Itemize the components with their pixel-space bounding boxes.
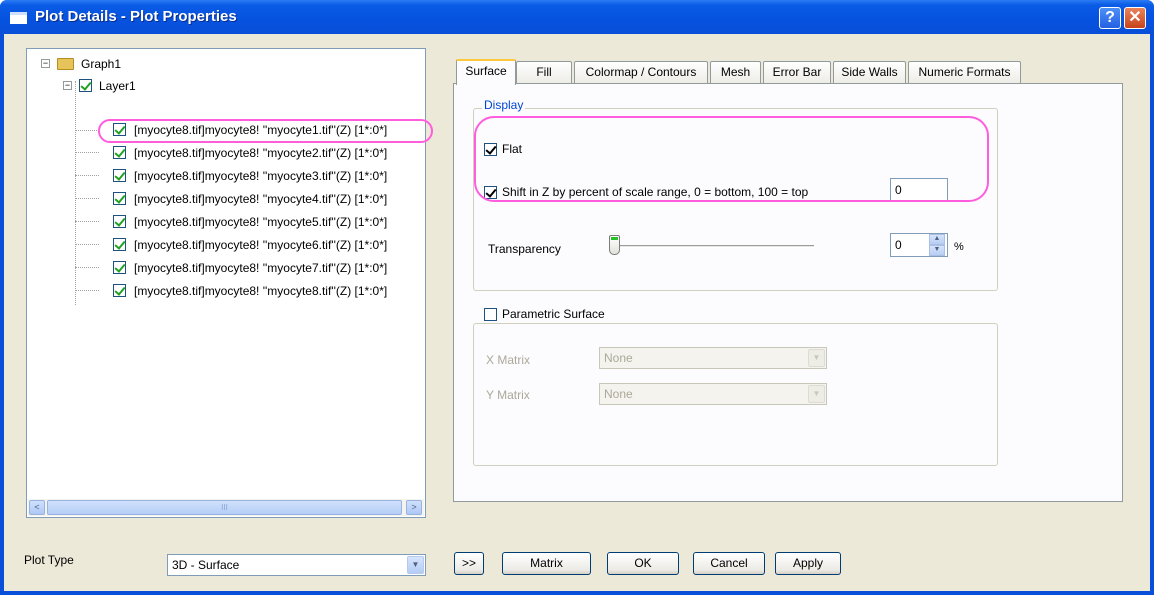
surface-tab-panel: Display Flat Shift in Z by percent of sc… [453,83,1123,502]
tree-connector [75,244,99,245]
tree-connector [75,81,76,305]
tree-connector [75,198,99,199]
spin-down-icon[interactable]: ▼ [929,245,945,256]
tree-item[interactable]: [myocyte8.tif]myocyte8! ''myocyte8.tif''… [113,282,423,300]
plot-checkbox[interactable] [113,261,126,274]
tab-error-bar[interactable]: Error Bar [763,61,831,84]
collapse-icon[interactable]: − [63,81,72,90]
title-bar[interactable]: Plot Details - Plot Properties ? ✕ [0,0,1154,34]
chevron-down-icon: ▼ [808,385,825,403]
help-button[interactable]: ? [1099,7,1121,29]
tab-numeric-formats[interactable]: Numeric Formats [908,61,1021,84]
layer-checkbox[interactable] [79,79,92,92]
tree-connector [75,221,99,222]
apply-button[interactable]: Apply [775,552,841,575]
tree-item[interactable]: [myocyte8.tif]myocyte8! ''myocyte5.tif''… [113,213,423,231]
tree-connector [75,130,99,131]
scroll-left-button[interactable]: < [29,500,45,515]
tree-item-label: [myocyte8.tif]myocyte8! ''myocyte2.tif''… [134,146,388,160]
tree-item[interactable]: [myocyte8.tif]myocyte8! ''myocyte6.tif''… [113,236,423,254]
tab-colormap-contours[interactable]: Colormap / Contours [574,61,708,84]
parametric-surface-checkbox[interactable] [484,308,497,321]
tree-node-layer1[interactable]: − Layer1 [63,77,183,95]
y-matrix-value: None [604,387,633,401]
plot-checkbox[interactable] [113,146,126,159]
tree-item-label: [myocyte8.tif]myocyte8! ''myocyte7.tif''… [134,261,388,275]
plot-type-select[interactable]: 3D - Surface ▼ [167,554,426,576]
scroll-thumb[interactable]: III [47,500,402,515]
scroll-right-button[interactable]: > [406,500,422,515]
transparency-slider-track[interactable] [609,245,814,248]
folder-icon [57,58,74,70]
window-title: Plot Details - Plot Properties [35,8,237,25]
tree-node-label: Graph1 [81,57,122,71]
y-matrix-select: None ▼ [599,383,827,405]
tree-item[interactable]: [myocyte8.tif]myocyte8! ''myocyte7.tif''… [113,259,423,277]
x-matrix-label: X Matrix [486,353,531,367]
tab-mesh[interactable]: Mesh [710,61,761,84]
parametric-surface-label: Parametric Surface [502,307,609,321]
plot-type-label: Plot Type [24,553,74,567]
transparency-slider-thumb[interactable] [609,235,620,255]
x-matrix-value: None [604,351,633,365]
cancel-button[interactable]: Cancel [693,552,765,575]
tree-connector [75,267,99,268]
display-group-label: Display [482,98,526,112]
horizontal-scrollbar[interactable]: < III > [28,499,424,516]
transparency-unit: % [954,241,964,253]
transparency-label: Transparency [488,242,561,256]
plot-type-value: 3D - Surface [172,558,240,572]
y-matrix-label: Y Matrix [486,388,530,402]
transparency-spinner[interactable]: ▲ ▼ [929,234,945,256]
tree-item[interactable]: [myocyte8.tif]myocyte8! ''myocyte2.tif''… [113,144,423,162]
window-icon [10,12,27,24]
plot-checkbox[interactable] [113,284,126,297]
tree-item-label: [myocyte8.tif]myocyte8! ''myocyte5.tif''… [134,215,388,229]
tree-item-label: [myocyte8.tif]myocyte8! ''myocyte4.tif''… [134,192,388,206]
plot-checkbox[interactable] [113,215,126,228]
tree-item[interactable]: [myocyte8.tif]myocyte8! ''myocyte3.tif''… [113,167,423,185]
close-button[interactable]: ✕ [1124,7,1146,29]
collapse-icon[interactable]: − [41,59,50,68]
tree-node-graph1[interactable]: − Graph1 [41,55,161,73]
tab-surface[interactable]: Surface [456,59,516,85]
spin-up-icon[interactable]: ▲ [929,234,945,245]
tab-fill[interactable]: Fill [516,61,572,84]
tab-side-walls[interactable]: Side Walls [833,61,906,84]
expand-button[interactable]: >> [454,552,484,575]
tree-item[interactable]: [myocyte8.tif]myocyte8! ''myocyte4.tif''… [113,190,423,208]
ok-button[interactable]: OK [607,552,679,575]
chevron-down-icon: ▼ [808,349,825,367]
dialog-client-area: − Graph1 − Layer1 [myocyte8.tif]myocyte8… [4,34,1150,591]
highlight-annotation [474,116,989,202]
highlight-annotation [98,119,433,143]
tree-node-label: Layer1 [99,79,136,93]
plot-tree[interactable]: − Graph1 − Layer1 [myocyte8.tif]myocyte8… [26,48,433,518]
tree-item-label: [myocyte8.tif]myocyte8! ''myocyte3.tif''… [134,169,388,183]
tree-connector [75,175,99,176]
plot-checkbox[interactable] [113,238,126,251]
tree-item-label: [myocyte8.tif]myocyte8! ''myocyte6.tif''… [134,238,388,252]
plot-checkbox[interactable] [113,192,126,205]
tree-item-label: [myocyte8.tif]myocyte8! ''myocyte8.tif''… [134,284,388,298]
matrix-button[interactable]: Matrix [502,552,591,575]
tree-connector [75,152,99,153]
chevron-down-icon[interactable]: ▼ [407,556,424,574]
tree-connector [75,290,99,291]
plot-checkbox[interactable] [113,169,126,182]
plot-details-window: Plot Details - Plot Properties ? ✕ − Gra… [0,0,1154,595]
x-matrix-select: None ▼ [599,347,827,369]
